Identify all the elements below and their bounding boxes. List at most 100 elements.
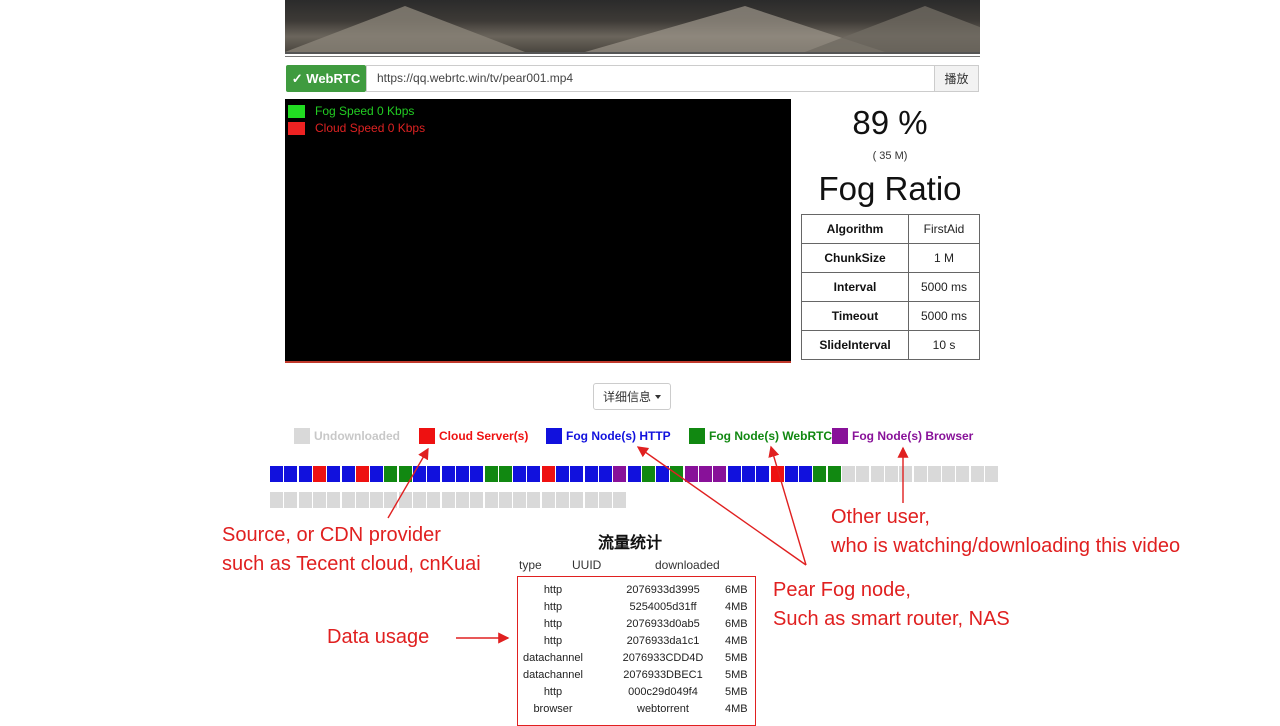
stats-type: datachannel	[523, 652, 583, 664]
legend-label: Fog Node(s) HTTP	[566, 429, 671, 443]
legend-fog-webrtc: Fog Node(s) WebRTC	[689, 428, 832, 444]
stats-row: http 5254005d31ff 4MB	[518, 601, 757, 618]
param-key: SlideInterval	[801, 330, 909, 360]
undownloaded-swatch	[294, 428, 310, 444]
chunk-fog-webrtc	[828, 466, 841, 482]
fog-webrtc-swatch	[689, 428, 705, 444]
fog-ratio-percent: 89 %	[852, 104, 928, 141]
chunk-fog-http	[585, 466, 598, 482]
chunk-undownloaded	[613, 492, 626, 508]
stats-downloaded: 4MB	[725, 703, 748, 715]
chunk-fog-http	[327, 466, 340, 482]
chunk-fog-http	[270, 466, 283, 482]
stats-type: http	[543, 635, 563, 647]
chunk-fog-http	[728, 466, 741, 482]
chunk-fog-http	[628, 466, 641, 482]
chunk-fog-http	[527, 466, 540, 482]
stats-uuid: 000c29d049f4	[628, 686, 698, 698]
chunk-undownloaded	[542, 492, 555, 508]
pear-node-annotation: Pear Fog node, Such as smart router, NAS	[773, 576, 1010, 634]
stats-uuid: 5254005d31ff	[629, 601, 697, 613]
chunk-undownloaded	[556, 492, 569, 508]
param-row: SlideInterval 10 s	[801, 330, 980, 360]
fog-speed-legend: Fog Speed 0 Kbps	[288, 104, 414, 118]
stats-downloaded: 4MB	[725, 601, 748, 613]
video-url-input[interactable]	[366, 65, 956, 92]
chunk-undownloaded	[842, 466, 855, 482]
stats-type: http	[543, 686, 563, 698]
arrow-to-fog-http	[636, 446, 807, 566]
param-value: 1 M	[908, 243, 980, 273]
chunk-fog-browser	[613, 466, 626, 482]
cloud-server-swatch	[419, 428, 435, 444]
chunk-fog-http	[742, 466, 755, 482]
stats-uuid: 2076933CDD4D	[622, 652, 704, 664]
chunk-undownloaded	[527, 492, 540, 508]
chunk-fog-webrtc	[670, 466, 683, 482]
chunk-fog-http	[599, 466, 612, 482]
source-annotation: Source, or CDN provider such as Tecent c…	[222, 521, 481, 579]
param-key: Timeout	[801, 301, 909, 331]
cloud-speed-label: Cloud Speed 0 Kbps	[315, 121, 426, 135]
chunk-undownloaded	[971, 466, 984, 482]
legend-label: Fog Node(s) Browser	[852, 429, 974, 443]
chunk-fog-http	[284, 466, 297, 482]
chunk-fog-http	[756, 466, 769, 482]
stats-header-uuid: UUID	[572, 558, 602, 572]
chunk-undownloaded	[871, 466, 884, 482]
stats-type: http	[543, 601, 563, 613]
chunk-undownloaded	[327, 492, 340, 508]
details-label: 详细信息	[602, 390, 651, 404]
chunk-fog-http	[470, 466, 483, 482]
chunk-undownloaded	[370, 492, 383, 508]
stats-row: http 2076933d3995 6MB	[518, 584, 757, 601]
chunk-cloud	[771, 466, 784, 482]
chunk-fog-http	[342, 466, 355, 482]
video-frame	[285, 0, 980, 52]
fog-ratio-title: Fog Ratio	[818, 170, 962, 207]
chunk-fog-http	[456, 466, 469, 482]
param-value: 5000 ms	[908, 272, 980, 302]
chunk-undownloaded	[899, 466, 912, 482]
chunk-undownloaded	[270, 492, 283, 508]
param-row: Algorithm FirstAid	[801, 214, 980, 244]
cloud-speed-legend: Cloud Speed 0 Kbps	[288, 121, 425, 135]
chunk-fog-http	[442, 466, 455, 482]
chunk-undownloaded	[585, 492, 598, 508]
param-value: FirstAid	[908, 214, 980, 244]
other-user-annotation-line1: Other user,	[831, 506, 930, 528]
chunk-undownloaded	[427, 492, 440, 508]
chunk-undownloaded	[456, 492, 469, 508]
stats-uuid: webtorrent	[637, 703, 689, 715]
legend-label: Undownloaded	[314, 429, 400, 443]
params-table: Algorithm FirstAid ChunkSize 1 M Interval 500…	[801, 214, 980, 360]
stats-uuid: 2076933d3995	[626, 584, 700, 596]
chunk-undownloaded	[956, 466, 969, 482]
arrow-to-fog-webrtc	[768, 445, 807, 566]
stats-downloaded: 5MB	[725, 669, 748, 681]
play-button[interactable]: 播放	[934, 65, 979, 92]
stats-row: datachannel 2076933DBEC1 5MB	[518, 669, 757, 686]
chunk-fog-browser	[685, 466, 698, 482]
chunk-fog-browser	[713, 466, 726, 482]
fog-browser-swatch	[832, 428, 848, 444]
chunk-undownloaded	[985, 466, 998, 482]
data-usage-annotation: Data usage	[327, 626, 430, 648]
details-dropdown-button[interactable]: 详细信息	[593, 383, 671, 410]
chunk-undownloaded	[299, 492, 312, 508]
fog-speed-swatch	[288, 104, 305, 118]
chunk-fog-browser	[699, 466, 712, 482]
webrtc-toggle-button[interactable]: ✓ WebRTC	[286, 65, 366, 92]
param-value: 5000 ms	[908, 301, 980, 331]
legend-fog-http: Fog Node(s) HTTP	[546, 428, 671, 444]
legend-label: Fog Node(s) WebRTC	[709, 429, 833, 443]
chunk-undownloaded	[413, 492, 426, 508]
chunk-undownloaded	[928, 466, 941, 482]
stats-header-type: type	[519, 558, 542, 572]
chunk-undownloaded	[942, 466, 955, 482]
stats-downloaded: 5MB	[725, 686, 748, 698]
chunk-undownloaded	[470, 492, 483, 508]
chunk-fog-webrtc	[384, 466, 397, 482]
chunk-undownloaded	[356, 492, 369, 508]
stats-downloaded: 6MB	[725, 584, 748, 596]
